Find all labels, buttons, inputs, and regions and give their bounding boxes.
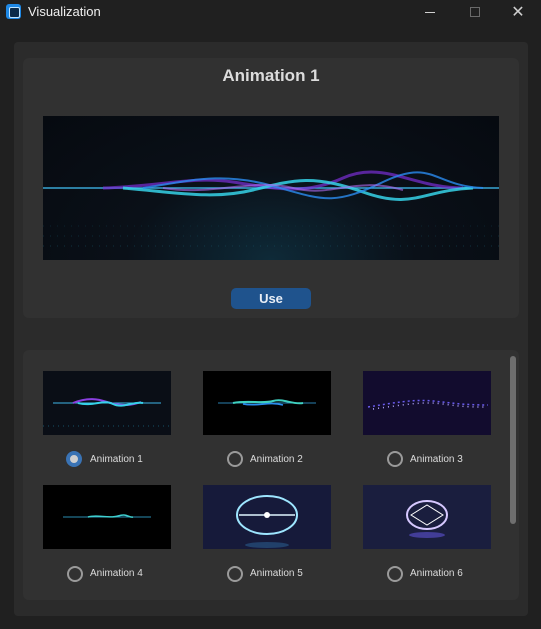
- app-icon: [6, 4, 21, 19]
- minimize-icon: [425, 11, 435, 13]
- radio-animation-3[interactable]: [387, 451, 403, 467]
- animation-2-thumbnail[interactable]: [203, 371, 331, 435]
- radio-animation-5[interactable]: [227, 566, 243, 582]
- animation-5-thumbnail[interactable]: [203, 485, 331, 549]
- animation-1-thumbnail[interactable]: [43, 371, 171, 435]
- minimize-button[interactable]: [407, 0, 453, 24]
- preview-animation-image: [43, 116, 499, 260]
- radio-label-animation-4: Animation 4: [90, 568, 143, 579]
- animation-4-thumbnail[interactable]: [43, 485, 171, 549]
- animation-6-thumbnail[interactable]: [363, 485, 491, 549]
- title-bar: Visualization ✕: [0, 0, 541, 24]
- preview-title: Animation 1: [222, 66, 320, 85]
- radio-label-animation-1: Animation 1: [90, 454, 143, 465]
- radio-animation-1[interactable]: [66, 451, 82, 467]
- close-button[interactable]: ✕: [495, 0, 541, 24]
- maximize-button[interactable]: [452, 0, 498, 24]
- radio-label-animation-6: Animation 6: [410, 568, 463, 579]
- radio-label-animation-5: Animation 5: [250, 568, 303, 579]
- animation-3-thumbnail[interactable]: [363, 371, 491, 435]
- radio-animation-2[interactable]: [227, 451, 243, 467]
- maximize-icon: [470, 7, 480, 17]
- use-button[interactable]: Use: [231, 288, 311, 309]
- radio-animation-6[interactable]: [387, 566, 403, 582]
- window-title: Visualization: [28, 4, 101, 19]
- radio-label-animation-3: Animation 3: [410, 454, 463, 465]
- radio-label-animation-2: Animation 2: [250, 454, 303, 465]
- radio-animation-4[interactable]: [67, 566, 83, 582]
- close-icon: ✕: [511, 4, 525, 21]
- scrollbar-thumb[interactable]: [510, 356, 516, 524]
